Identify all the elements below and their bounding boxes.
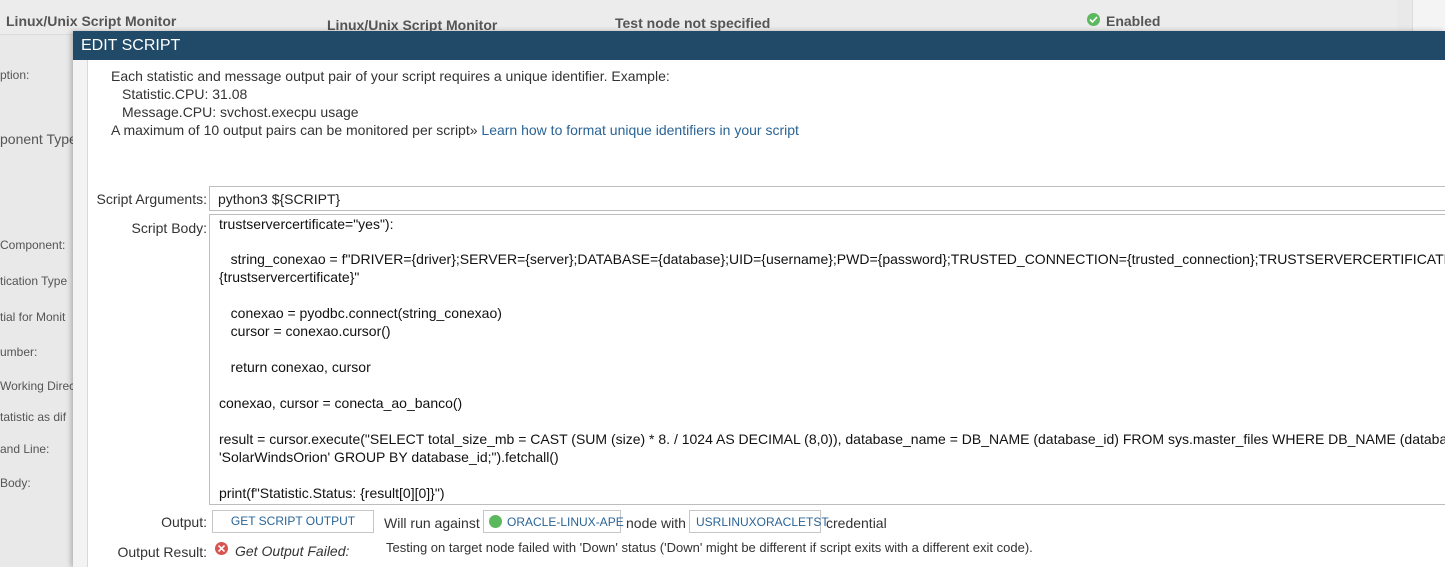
dialog-body: Each statistic and message output pair o… [87, 60, 1445, 567]
info-text: Each statistic and message output pair o… [111, 68, 670, 84]
script-arguments-label: Script Arguments: [96, 191, 208, 207]
code-line: string_conexao = f"DRIVER={driver};SERVE… [219, 251, 1445, 267]
code-line: result = cursor.execute("SELECT total_si… [219, 431, 1445, 447]
node-with-text: node with [626, 515, 686, 531]
script-arguments-input[interactable]: python3 ${SCRIPT} [209, 186, 1445, 211]
script-body-editor[interactable]: trustservercertificate="yes"): string_co… [209, 214, 1445, 505]
bg-label: tatistic as dif [0, 410, 67, 424]
check-circle-icon [1087, 13, 1100, 26]
node-status-up-icon [489, 515, 502, 528]
bg-label: ption: [0, 68, 30, 82]
code-line: trustservercertificate="yes"): [219, 216, 394, 232]
bg-label: ponent Type: [0, 131, 81, 147]
bg-label: Component: [0, 238, 66, 252]
bg-test-node: Test node not specified [615, 15, 771, 31]
info-example-message: Message.CPU: svchost.execpu usage [122, 104, 359, 120]
output-result-label: Output Result: [117, 544, 208, 560]
script-body-label: Script Body: [131, 220, 207, 236]
credential-selector[interactable]: USRLINUXORACLETST [689, 510, 829, 533]
credential-text: credential [826, 515, 887, 531]
bg-label: tial for Monit [0, 310, 66, 324]
code-line: 'SolarWindsOrion' GROUP BY database_id;"… [219, 449, 559, 465]
bg-label: tication Type [0, 274, 68, 288]
learn-format-link[interactable]: Learn how to format unique identifiers i… [481, 122, 799, 138]
dialog-title: EDIT SCRIPT [73, 31, 1445, 60]
target-node-name: ORACLE-LINUX-APE [507, 515, 624, 529]
output-label: Output: [161, 514, 207, 530]
code-line: return conexao, cursor [219, 359, 371, 375]
bg-label: Working Direc [0, 379, 76, 393]
background-table-row: Linux/Unix Script Monitor Linux/Unix Scr… [0, 0, 1397, 35]
code-line: {trustservercertificate}" [219, 269, 360, 285]
info-max-pairs-text: A maximum of 10 output pairs can be moni… [111, 122, 478, 138]
code-line: cursor = conexao.cursor() [219, 323, 391, 339]
code-line: conexao = pyodbc.connect(string_conexao) [219, 305, 502, 321]
bg-label: umber: [0, 345, 38, 359]
bg-label: Body: [0, 476, 31, 490]
bg-status: Enabled [1106, 13, 1161, 29]
will-run-against-text: Will run against [384, 515, 480, 531]
get-script-output-button[interactable]: GET SCRIPT OUTPUT [212, 510, 374, 533]
edit-script-dialog: EDIT SCRIPT Each statistic and message o… [73, 31, 1445, 567]
error-icon [215, 542, 228, 555]
output-failed-message: Testing on target node failed with 'Down… [386, 540, 1033, 555]
code-line: conexao, cursor = conecta_ao_banco() [219, 395, 463, 411]
credential-name: USRLINUXORACLETST [696, 515, 829, 529]
bg-label: and Line: [0, 442, 50, 456]
bg-monitor-name: Linux/Unix Script Monitor [6, 13, 177, 29]
code-line: print(f"Statistic.Status: {result[0][0]}… [219, 485, 445, 501]
target-node[interactable]: ORACLE-LINUX-APE [483, 510, 624, 533]
output-failed-status: Get Output Failed: [235, 543, 350, 559]
info-example-statistic: Statistic.CPU: 31.08 [122, 86, 248, 102]
info-max-pairs: A maximum of 10 output pairs can be moni… [111, 122, 799, 138]
